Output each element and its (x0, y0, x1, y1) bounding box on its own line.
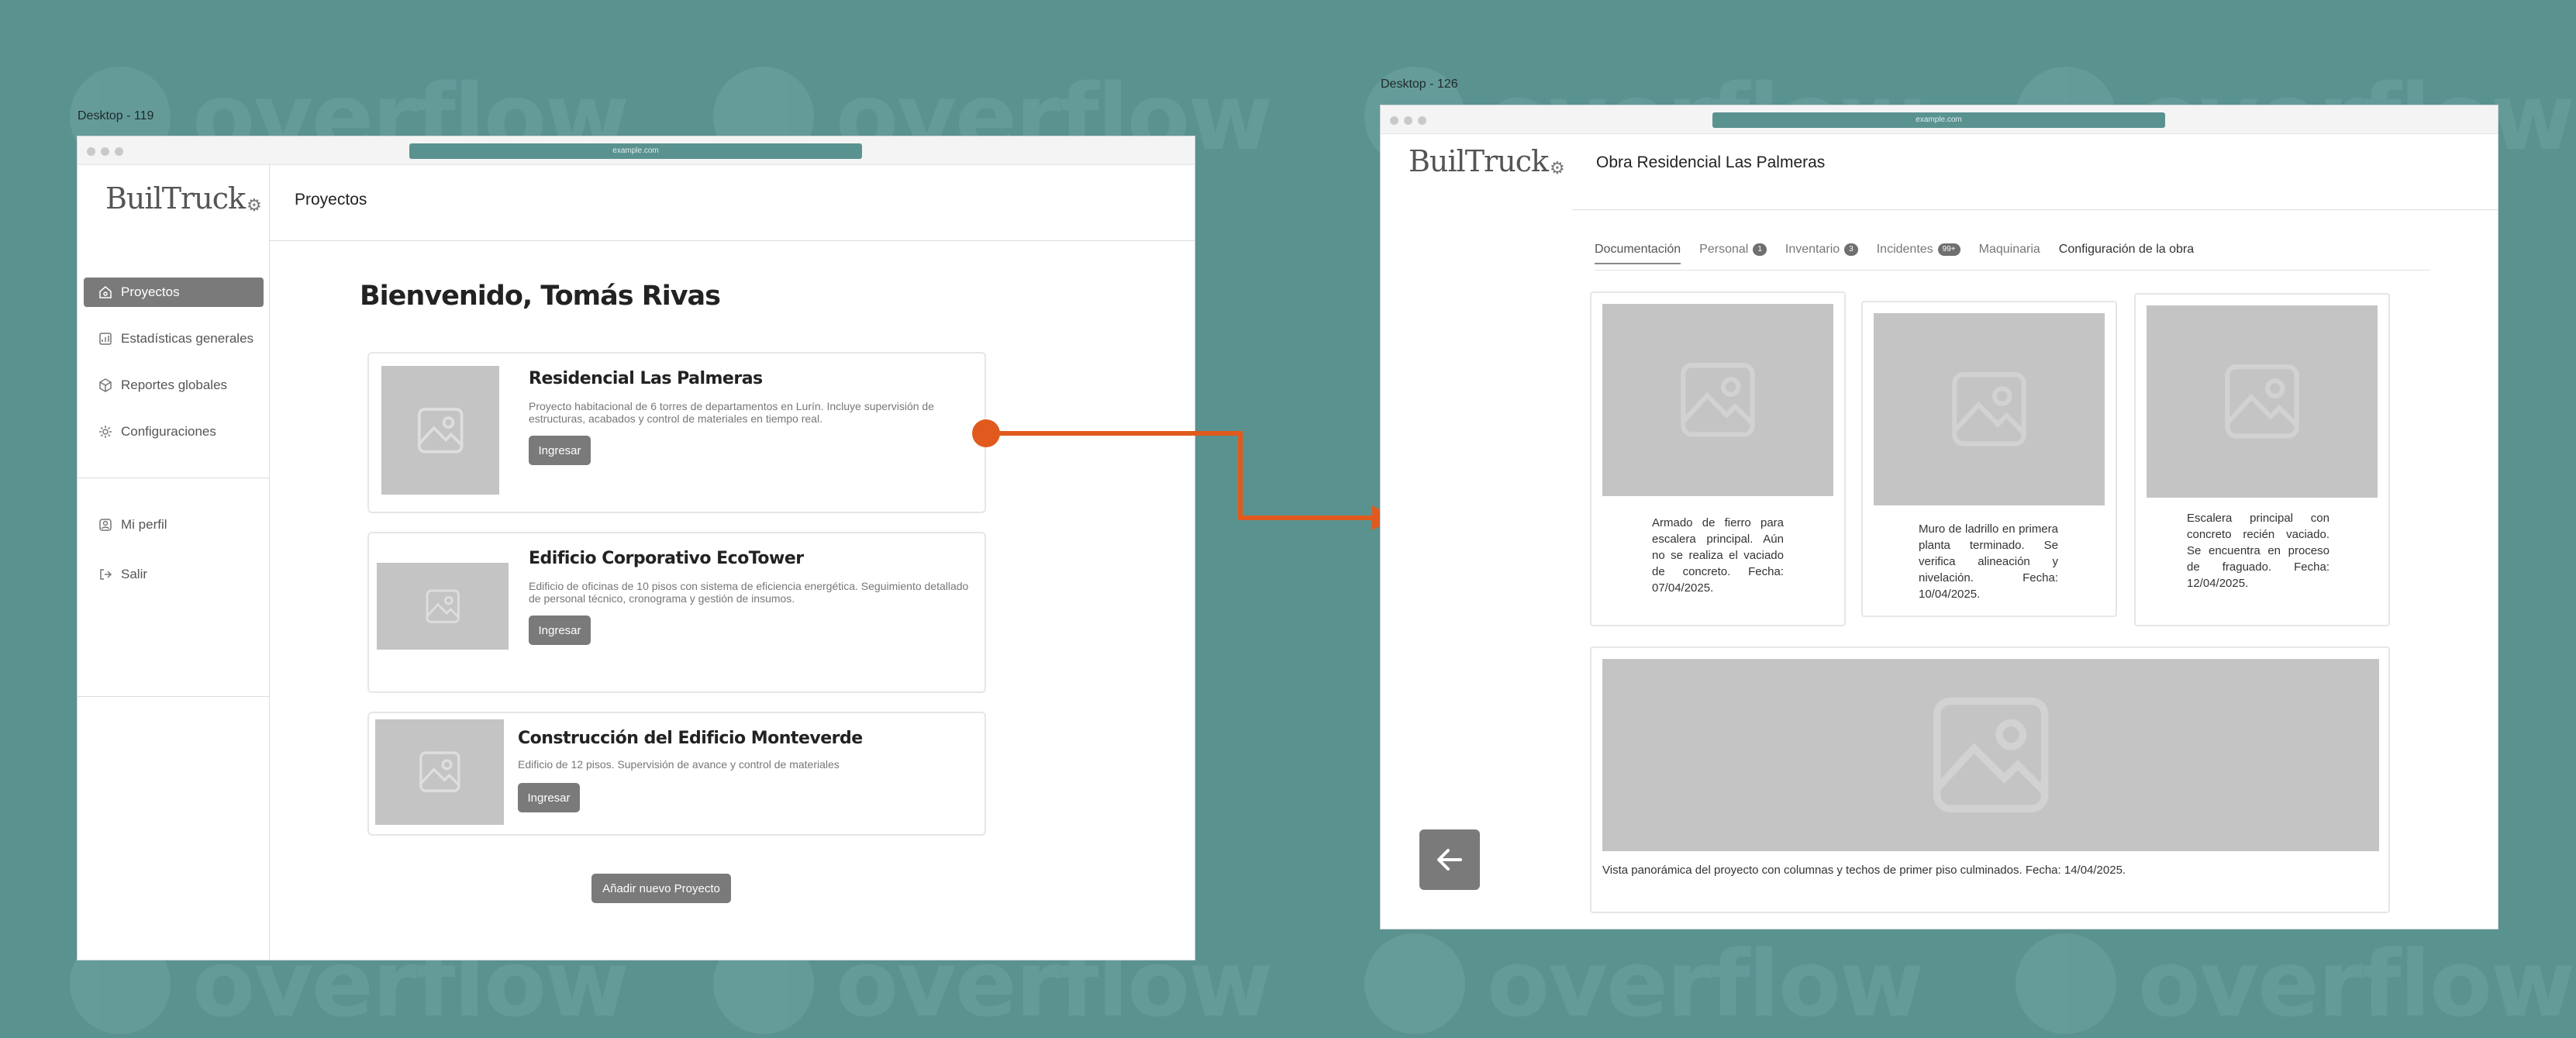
tab-documentacion[interactable]: Documentación (1595, 243, 1681, 264)
count-badge: 3 (1844, 243, 1858, 256)
project-description: Proyecto habitacional de 6 torres de dep… (529, 400, 934, 425)
gallery-card[interactable]: Armado de fierro para escalera principal… (1590, 291, 1846, 626)
logo: BuilTruck ⚙ (105, 181, 262, 216)
count-badge: 1 (1753, 243, 1767, 256)
project-card: Construcción del Edificio Monteverde Edi… (367, 712, 986, 836)
photo-caption: Armado de fierro para escalera principal… (1652, 516, 1784, 595)
image-placeholder-icon (381, 366, 499, 495)
user-icon (99, 519, 112, 531)
projects-window: example.com BuilTruck ⚙ Proyectos Estadís… (78, 136, 1195, 960)
box-icon (99, 378, 112, 392)
arrow-left-icon (1437, 849, 1462, 871)
project-title: Edificio Corporativo EcoTower (529, 549, 804, 568)
frame-label-left: Desktop - 119 (78, 109, 154, 122)
window-dot[interactable] (87, 147, 95, 156)
image-placeholder-icon (2147, 305, 2378, 498)
photo-caption: Escalera principal con concreto recién v… (2187, 512, 2329, 590)
tab-configuracion[interactable]: Configuración de la obra (2059, 243, 2194, 264)
browser-chrome: example.com (78, 136, 1195, 165)
image-placeholder-icon (1874, 313, 2105, 505)
sidebar: BuilTruck ⚙ Proyectos Estadísticas genera… (78, 164, 270, 960)
crane-icon: ⚙ (247, 196, 262, 216)
logo: BuilTruck ⚙ (1409, 144, 1565, 178)
project-detail-window: example.com BuilTruck ⚙ Obra Residencial … (1381, 105, 2498, 929)
window-dot[interactable] (1390, 116, 1398, 125)
project-description: Edificio de 12 pisos. Supervisión de ava… (518, 758, 840, 771)
window-dot[interactable] (1404, 116, 1412, 125)
divider (78, 696, 269, 697)
gallery-card-wide[interactable]: Vista panorámica del proyecto con column… (1590, 647, 2390, 913)
sidebar-item-reportes[interactable]: Reportes globales (84, 371, 264, 400)
add-project-button[interactable]: Añadir nuevo Proyecto (591, 874, 731, 903)
tab-divider (1595, 270, 2430, 271)
sidebar-item-estadisticas[interactable]: Estadísticas generales (84, 324, 264, 353)
browser-chrome: example.com (1381, 105, 2498, 134)
divider (1572, 209, 2498, 210)
window-dot[interactable] (101, 147, 109, 156)
watermark: overflow (1364, 930, 1924, 1037)
home-icon (99, 286, 112, 298)
tab-bar: Documentación Personal 1 Inventario 3 Inci… (1595, 243, 2194, 264)
tab-inventario[interactable]: Inventario 3 (1785, 243, 1858, 264)
image-placeholder-icon (1602, 659, 2379, 851)
logout-icon (100, 569, 112, 580)
tab-personal[interactable]: Personal 1 (1699, 243, 1767, 264)
window-dot[interactable] (115, 147, 123, 156)
back-button[interactable] (1419, 829, 1480, 890)
photo-caption: Vista panorámica del proyecto con column… (1602, 864, 2126, 877)
watermark: overflow (2016, 930, 2575, 1037)
gallery-card[interactable]: Escalera principal con concreto recién v… (2134, 293, 2390, 626)
window-dot[interactable] (1418, 116, 1426, 125)
sidebar-item-salir[interactable]: Salir (84, 560, 264, 589)
project-title: Residencial Las Palmeras (529, 369, 763, 388)
page-title: Proyectos (295, 191, 367, 209)
address-bar[interactable]: example.com (409, 143, 862, 159)
photo-caption: Muro de ladrillo en primera planta termi… (1919, 522, 2058, 601)
project-title: Construcción del Edificio Monteverde (518, 729, 863, 748)
sidebar-item-configuraciones[interactable]: Configuraciones (84, 417, 264, 447)
address-bar[interactable]: example.com (1712, 112, 2165, 128)
count-badge: 99+ (1937, 243, 1960, 256)
ingresar-button[interactable]: Ingresar (518, 783, 580, 812)
gear-icon (99, 426, 112, 438)
welcome-heading: Bienvenido, Tomás Rivas (360, 281, 721, 312)
ingresar-button[interactable]: Ingresar (529, 616, 591, 645)
ingresar-button[interactable]: Ingresar (529, 436, 591, 465)
tab-maquinaria[interactable]: Maquinaria (1979, 243, 2040, 264)
project-description: Edificio de oficinas de 10 pisos con sis… (529, 580, 969, 605)
image-placeholder-icon (377, 563, 509, 650)
frame-label-right: Desktop - 126 (1381, 78, 1458, 91)
page-header: Proyectos (270, 164, 1195, 241)
sidebar-item-mi-perfil[interactable]: Mi perfil (84, 510, 264, 540)
project-card: Edificio Corporativo EcoTower Edificio d… (367, 532, 986, 693)
sidebar-item-proyectos[interactable]: Proyectos (84, 278, 264, 307)
tab-incidentes[interactable]: Incidentes 99+ (1877, 243, 1960, 264)
chart-icon (99, 333, 112, 345)
project-card: Residencial Las Palmeras Proyecto habita… (367, 352, 986, 513)
page-title: Obra Residencial Las Palmeras (1596, 153, 1826, 171)
crane-icon: ⚙ (1550, 159, 1565, 178)
gallery-card[interactable]: Muro de ladrillo en primera planta termi… (1861, 301, 2117, 617)
image-placeholder-icon (375, 719, 504, 825)
image-placeholder-icon (1602, 304, 1833, 496)
